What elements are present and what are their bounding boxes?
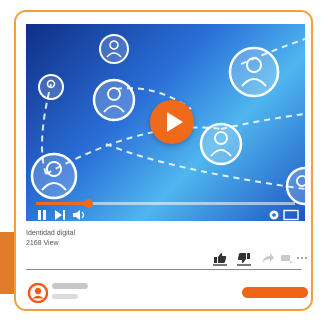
pause-icon [38,210,46,220]
pause-button[interactable] [36,208,48,221]
settings-button[interactable] [268,208,280,221]
video-progress-bar[interactable] [36,199,295,208]
gear-icon [269,210,279,220]
video-player[interactable] [26,24,305,221]
next-button[interactable] [54,208,66,221]
share-icon [262,253,274,263]
like-button[interactable] [213,251,227,269]
channel-avatar[interactable] [27,282,49,308]
more-options-button[interactable] [296,251,308,269]
play-icon [167,112,183,132]
side-accent-tab [0,232,14,294]
more-horizontal-icon [296,256,308,260]
add-to-playlist-button[interactable] [280,251,294,269]
channel-subtitle-placeholder [52,294,78,299]
fullscreen-icon [283,209,299,221]
subscribe-button[interactable] [242,287,308,298]
progress-scrubber-handle[interactable] [83,199,93,208]
thumbs-up-icon [214,253,227,263]
view-count: 2168 View [26,240,59,247]
volume-icon [73,210,85,220]
dislike-button[interactable] [237,251,251,269]
skip-next-icon [55,210,65,220]
dislike-underline [237,264,251,266]
share-button[interactable] [261,251,275,269]
channel-name-placeholder [52,283,88,289]
user-avatar-icon [27,282,49,304]
play-button[interactable] [150,100,194,144]
playlist-add-icon [281,255,293,263]
divider [26,269,301,270]
like-underline [213,264,227,266]
thumbs-down-icon [237,253,250,263]
progress-fill [36,202,88,205]
fullscreen-button[interactable] [283,208,299,221]
video-title: Identidad digital [26,230,76,237]
video-card: Identidad digital 2168 View [14,10,313,311]
volume-button[interactable] [72,208,86,221]
